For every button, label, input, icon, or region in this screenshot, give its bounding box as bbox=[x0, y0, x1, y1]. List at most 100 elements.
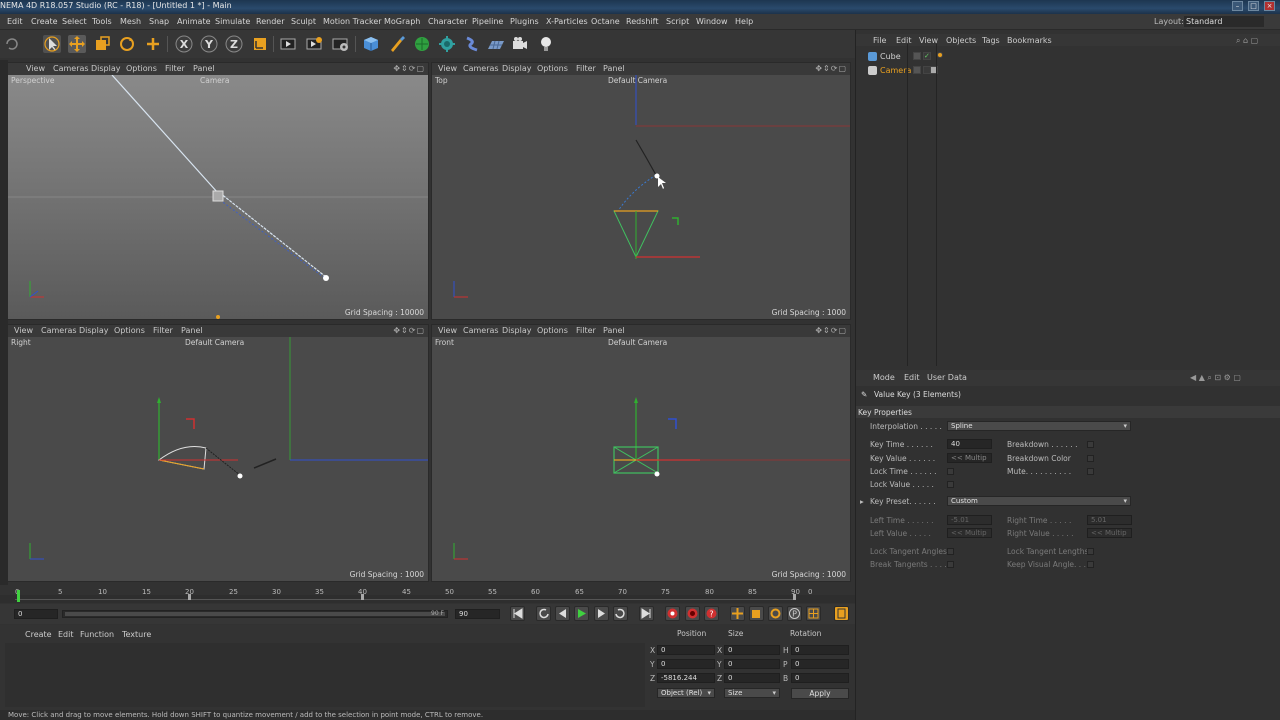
rotation-h-field[interactable]: 0 bbox=[791, 645, 849, 655]
record-icon[interactable] bbox=[665, 606, 680, 621]
end-frame-field[interactable]: 90 bbox=[455, 609, 500, 619]
viewport-nav-icons[interactable]: ✥⇕⟳▢ bbox=[393, 64, 425, 73]
visibility-toggle[interactable] bbox=[913, 66, 921, 74]
go-to-start-icon[interactable] bbox=[510, 606, 525, 621]
vp-menu-panel[interactable]: Panel bbox=[193, 64, 215, 73]
apply-button[interactable]: Apply bbox=[791, 688, 849, 699]
vp-menu-view[interactable]: View bbox=[438, 64, 457, 73]
vp-menu-filter[interactable]: Filter bbox=[576, 64, 596, 73]
object-name[interactable]: Cube bbox=[880, 52, 901, 61]
timeline-window-icon[interactable] bbox=[834, 606, 849, 621]
menu-animate[interactable]: Animate bbox=[177, 17, 211, 26]
key-preset-dropdown[interactable]: Custom bbox=[947, 496, 1131, 506]
size-mode-dropdown[interactable]: Size bbox=[724, 688, 780, 698]
mute-checkbox[interactable] bbox=[1087, 468, 1094, 475]
vp-menu-options[interactable]: Options bbox=[114, 326, 145, 335]
menu-character[interactable]: Character bbox=[428, 17, 468, 26]
camera-icon[interactable] bbox=[511, 35, 529, 53]
menu-edit[interactable]: Edit bbox=[7, 17, 23, 26]
breakdown-color-checkbox[interactable] bbox=[1087, 455, 1094, 462]
start-frame-field[interactable]: 0 bbox=[14, 609, 58, 619]
vp-menu-view[interactable]: View bbox=[26, 64, 45, 73]
deformer-icon[interactable] bbox=[463, 35, 481, 53]
autokey-icon[interactable] bbox=[685, 606, 700, 621]
floor-icon[interactable] bbox=[487, 35, 505, 53]
position-y-field[interactable]: 0 bbox=[657, 659, 715, 669]
y-axis-icon[interactable]: Y bbox=[200, 35, 218, 53]
viewport-perspective[interactable]: View Cameras Display Options Filter Pane… bbox=[7, 62, 429, 320]
attr-menu-mode[interactable]: Mode bbox=[873, 373, 895, 382]
lock-value-checkbox[interactable] bbox=[947, 481, 954, 488]
vp-menu-panel[interactable]: Panel bbox=[603, 64, 625, 73]
viewport-nav-icons[interactable]: ✥⇕⟳▢ bbox=[815, 64, 847, 73]
om-menu-tags[interactable]: Tags bbox=[982, 36, 1000, 45]
record-point-level-icon[interactable] bbox=[806, 606, 821, 621]
om-menu-bookmarks[interactable]: Bookmarks bbox=[1007, 36, 1052, 45]
right-value-field[interactable]: << Multip bbox=[1087, 528, 1132, 538]
vp-menu-filter[interactable]: Filter bbox=[153, 326, 173, 335]
key-value-field[interactable]: << Multip bbox=[947, 453, 992, 463]
close-button[interactable]: × bbox=[1264, 1, 1275, 11]
vp-menu-filter[interactable]: Filter bbox=[576, 326, 596, 335]
interpolation-dropdown[interactable]: Spline bbox=[947, 421, 1131, 431]
coord-mode-dropdown[interactable]: Object (Rel) bbox=[657, 688, 715, 698]
mat-menu-edit[interactable]: Edit bbox=[58, 630, 74, 639]
attr-menu-user-data[interactable]: User Data bbox=[927, 373, 967, 382]
size-z-field[interactable]: 0 bbox=[724, 673, 780, 683]
vp-menu-cameras[interactable]: Cameras bbox=[463, 64, 499, 73]
vp-menu-options[interactable]: Options bbox=[537, 64, 568, 73]
vp-menu-panel[interactable]: Panel bbox=[603, 326, 625, 335]
menu-help[interactable]: Help bbox=[735, 17, 753, 26]
coord-system-icon[interactable] bbox=[251, 35, 269, 53]
menu-pipeline[interactable]: Pipeline bbox=[472, 17, 503, 26]
go-to-end-icon[interactable] bbox=[639, 606, 654, 621]
viewport-top[interactable]: View Cameras Display Options Filter Pane… bbox=[431, 62, 851, 320]
menu-create[interactable]: Create bbox=[31, 17, 58, 26]
menu-select[interactable]: Select bbox=[62, 17, 87, 26]
menu-motion-tracker[interactable]: Motion Tracker bbox=[323, 17, 382, 26]
menu-mesh[interactable]: Mesh bbox=[120, 17, 141, 26]
object-row-cube[interactable]: Cube ✓ bbox=[856, 50, 1280, 63]
key-time-field[interactable]: 40 bbox=[947, 439, 992, 449]
vp-menu-view[interactable]: View bbox=[438, 326, 457, 335]
record-position-icon[interactable] bbox=[730, 606, 745, 621]
vp-menu-display[interactable]: Display bbox=[502, 326, 532, 335]
play-icon[interactable] bbox=[574, 606, 589, 621]
select-icon[interactable] bbox=[43, 35, 61, 53]
om-menu-edit[interactable]: Edit bbox=[896, 36, 912, 45]
light-icon[interactable] bbox=[537, 35, 555, 53]
render-picture-queue-icon[interactable] bbox=[305, 35, 323, 53]
om-menu-file[interactable]: File bbox=[873, 36, 886, 45]
vp-menu-options[interactable]: Options bbox=[126, 64, 157, 73]
record-rotation-icon[interactable] bbox=[768, 606, 783, 621]
move-icon[interactable] bbox=[68, 35, 86, 53]
keyframe-marker[interactable] bbox=[361, 594, 364, 600]
viewport-front[interactable]: View Cameras Display Options Filter Pane… bbox=[431, 324, 851, 582]
vp-menu-filter[interactable]: Filter bbox=[165, 64, 185, 73]
menu-simulate[interactable]: Simulate bbox=[215, 17, 250, 26]
record-parameter-icon[interactable]: P bbox=[787, 606, 802, 621]
menu-window[interactable]: Window bbox=[696, 17, 728, 26]
z-axis-icon[interactable]: Z bbox=[225, 35, 243, 53]
visibility-toggle[interactable] bbox=[913, 52, 921, 60]
menu-redshift[interactable]: Redshift bbox=[626, 17, 658, 26]
mat-menu-texture[interactable]: Texture bbox=[122, 630, 151, 639]
cube-icon[interactable] bbox=[362, 35, 380, 53]
undo-icon[interactable] bbox=[3, 35, 21, 53]
keyframe-marker[interactable] bbox=[188, 594, 191, 600]
tag-icon[interactable] bbox=[937, 52, 943, 58]
om-menu-objects[interactable]: Objects bbox=[946, 36, 976, 45]
prev-key-icon[interactable] bbox=[536, 606, 551, 621]
menu-octane[interactable]: Octane bbox=[591, 17, 620, 26]
rotate-icon[interactable] bbox=[118, 35, 136, 53]
mat-menu-function[interactable]: Function bbox=[80, 630, 114, 639]
keyframe-marker[interactable] bbox=[793, 594, 796, 600]
add-icon[interactable] bbox=[144, 35, 162, 53]
next-frame-icon[interactable] bbox=[594, 606, 609, 621]
render-settings-icon[interactable] bbox=[331, 35, 349, 53]
position-z-field[interactable]: -5816.244 bbox=[657, 673, 715, 683]
material-area[interactable] bbox=[5, 643, 645, 707]
expand-arrow-icon[interactable]: ▸ bbox=[860, 497, 864, 506]
rotation-p-field[interactable]: 0 bbox=[791, 659, 849, 669]
right-time-field[interactable]: 5.01 bbox=[1087, 515, 1132, 525]
